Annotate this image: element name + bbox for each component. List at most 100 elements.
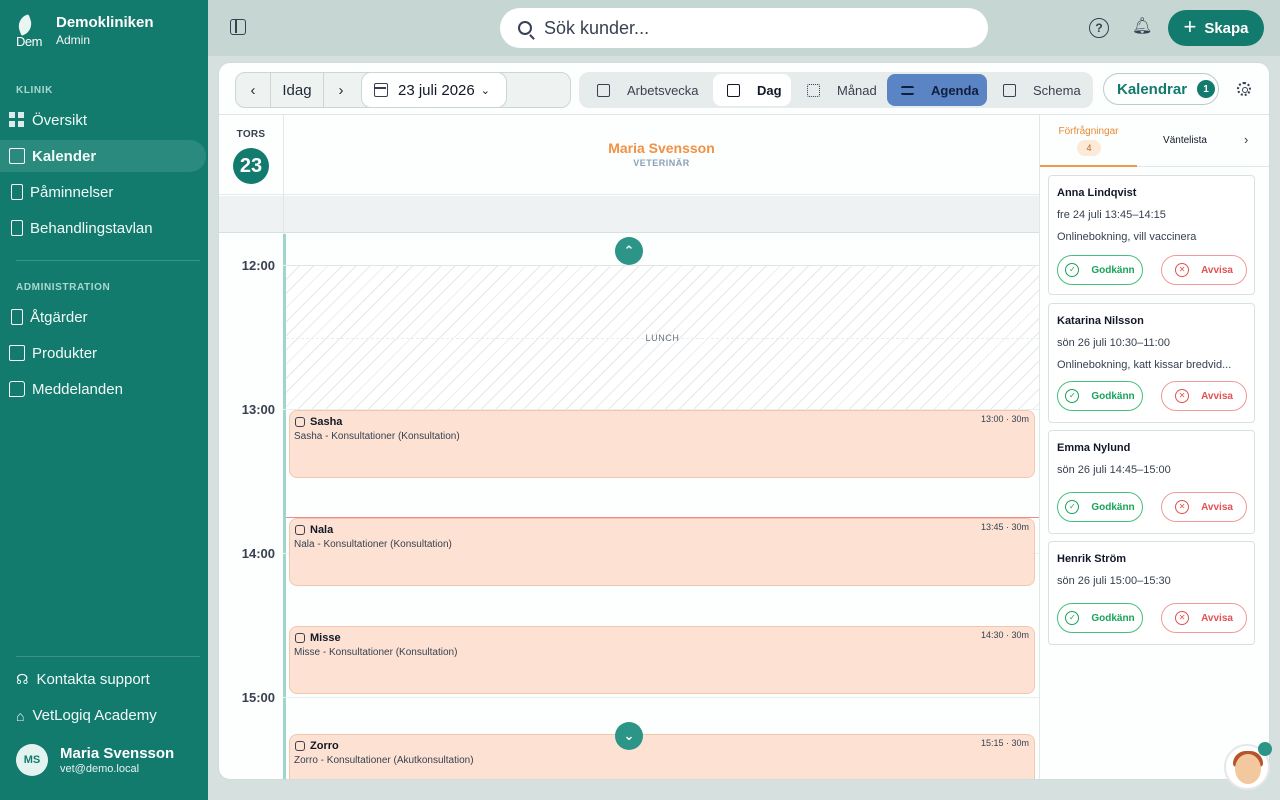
day-header: TORS 23 Maria Svensson VETERINÄR bbox=[219, 115, 1039, 195]
view-agenda[interactable]: Agenda bbox=[887, 74, 987, 106]
brand[interactable]: Dem Demokliniken Admin bbox=[15, 14, 154, 49]
sidebar-item-label: Åtgärder bbox=[30, 308, 88, 326]
tab-requests[interactable]: Förfrågningar 4 bbox=[1040, 115, 1137, 167]
appointment[interactable]: Zorro Zorro - Konsultationer (Akutkonsul… bbox=[289, 734, 1035, 779]
view-schedule[interactable]: Schema bbox=[989, 74, 1089, 106]
calendar-card: ‹ Idag › 23 juli 2026 ⌄ Arbetsvecka Dag bbox=[218, 62, 1270, 780]
calendar-icon bbox=[597, 83, 610, 97]
pet-icon bbox=[295, 525, 305, 535]
request-card: Emma Nylund sön 26 juli 14:45–15:00 ✓ God… bbox=[1048, 430, 1255, 534]
sidebar-toggle-icon[interactable] bbox=[230, 19, 246, 35]
appointment[interactable]: Misse Misse - Konsultationer (Konsultati… bbox=[289, 626, 1035, 694]
chevron-down-icon: ⌄ bbox=[480, 84, 490, 97]
all-day-row[interactable] bbox=[219, 196, 1039, 233]
assistant-avatar-button[interactable] bbox=[1224, 742, 1272, 790]
divider bbox=[16, 656, 200, 657]
sidebar-item-overview[interactable]: Översikt bbox=[0, 104, 206, 136]
check-circle-icon: ✓ bbox=[1065, 500, 1080, 514]
pet-icon bbox=[295, 633, 305, 643]
sidebar-item-products[interactable]: Produkter bbox=[0, 337, 206, 369]
sidebar-item-label: Kalender bbox=[32, 147, 97, 165]
document-icon bbox=[11, 309, 23, 325]
chevron-right-icon[interactable]: › bbox=[1244, 132, 1248, 147]
sidebar-item-messages[interactable]: Meddelanden bbox=[0, 373, 206, 405]
lunch-block: LUNCH bbox=[286, 265, 1039, 409]
sidebar-item-reminders[interactable]: Påminnelser bbox=[0, 176, 206, 208]
check-circle-icon: ✓ bbox=[1065, 263, 1080, 277]
calendar-icon bbox=[374, 83, 388, 97]
requests-count-badge: 4 bbox=[1077, 140, 1101, 156]
date-picker[interactable]: 23 juli 2026 ⌄ bbox=[361, 72, 507, 108]
tab-waitlist[interactable]: Väntelista bbox=[1140, 135, 1230, 146]
reject-button[interactable]: ✕ Avvisa bbox=[1161, 492, 1247, 522]
message-icon bbox=[9, 381, 25, 397]
view-month[interactable]: Månad bbox=[793, 74, 885, 106]
appointment[interactable]: Nala Nala - Konsultationer (Konsultation… bbox=[289, 518, 1035, 586]
chevron-right-icon: › bbox=[338, 81, 344, 99]
help-icon[interactable]: ? bbox=[1089, 18, 1109, 38]
sidebar-item-label: Behandlingstavlan bbox=[30, 219, 153, 237]
grid-icon bbox=[9, 112, 25, 128]
scroll-up-button[interactable]: ⌃ bbox=[615, 237, 643, 265]
check-circle-icon: ✓ bbox=[1065, 389, 1080, 403]
request-card: Henrik Ström sön 26 juli 15:00–15:30 ✓ Go… bbox=[1048, 541, 1255, 645]
list-icon bbox=[901, 85, 914, 95]
sidebar-item-actions[interactable]: Åtgärder bbox=[0, 301, 206, 333]
next-day-button[interactable]: › bbox=[324, 73, 358, 107]
reject-button[interactable]: ✕ Avvisa bbox=[1161, 381, 1247, 411]
contact-support-link[interactable]: ☊ Kontakta support bbox=[16, 671, 150, 688]
request-card: Anna Lindqvist fre 24 juli 13:45–14:15 O… bbox=[1048, 175, 1255, 295]
time-grid[interactable]: 12:00 13:00 14:00 15:00 LUNCH Sasha Sash… bbox=[219, 234, 1039, 779]
sidebar: Dem Demokliniken Admin KLINIK Översikt K… bbox=[0, 0, 208, 800]
plus-icon: + bbox=[1183, 14, 1197, 39]
user-profile[interactable]: MS Maria Svensson vet@demo.local bbox=[16, 744, 174, 776]
day-name: TORS bbox=[236, 129, 266, 140]
hour-label: 15:00 bbox=[241, 690, 275, 705]
sidebar-item-label: Meddelanden bbox=[32, 380, 123, 398]
document-icon bbox=[11, 184, 23, 200]
user-role: Admin bbox=[56, 33, 91, 47]
avatar: MS bbox=[16, 744, 48, 776]
topbar: ? 🔔︎ + Skapa bbox=[208, 0, 1280, 56]
view-workweek[interactable]: Arbetsvecka bbox=[583, 74, 711, 106]
view-day[interactable]: Dag bbox=[713, 74, 791, 106]
calendars-button[interactable]: Kalendrar 1 bbox=[1103, 73, 1219, 105]
reject-button[interactable]: ✕ Avvisa bbox=[1161, 603, 1247, 633]
scroll-down-button[interactable]: ⌄ bbox=[615, 722, 643, 750]
x-circle-icon: ✕ bbox=[1175, 389, 1190, 403]
resource-name: Maria Svensson bbox=[608, 140, 715, 156]
sidebar-item-label: Översikt bbox=[32, 111, 88, 129]
sidebar-item-calendar[interactable]: Kalender bbox=[0, 140, 206, 172]
search-bar[interactable] bbox=[500, 8, 988, 48]
appointment[interactable]: Sasha Sasha - Konsultationer (Konsultati… bbox=[289, 410, 1035, 478]
chevron-down-icon: ⌄ bbox=[623, 728, 635, 743]
date-navigation: ‹ Idag › 23 juli 2026 ⌄ bbox=[235, 72, 571, 108]
day-number[interactable]: 23 bbox=[233, 148, 269, 184]
sidebar-item-label: Produkter bbox=[32, 344, 98, 362]
prev-day-button[interactable]: ‹ bbox=[236, 73, 270, 107]
approve-button[interactable]: ✓ Godkänn bbox=[1057, 603, 1143, 633]
bell-icon[interactable]: 🔔︎ bbox=[1132, 18, 1152, 38]
gear-icon[interactable] bbox=[1237, 82, 1251, 96]
request-card: Katarina Nilsson sön 26 juli 10:30–11:00… bbox=[1048, 303, 1255, 423]
chevron-up-icon: ⌃ bbox=[623, 243, 635, 258]
graduation-cap-icon: ⌂ bbox=[16, 707, 25, 724]
reject-button[interactable]: ✕ Avvisa bbox=[1161, 255, 1247, 285]
divider bbox=[16, 260, 200, 261]
approve-button[interactable]: ✓ Godkänn bbox=[1057, 381, 1143, 411]
calendars-count-badge: 1 bbox=[1197, 80, 1216, 98]
hour-label: 13:00 bbox=[241, 402, 275, 417]
today-button[interactable]: Idag bbox=[271, 73, 323, 107]
create-button[interactable]: + Skapa bbox=[1168, 10, 1264, 46]
clinic-name: Demokliniken bbox=[56, 14, 154, 31]
sidebar-item-treatment-board[interactable]: Behandlingstavlan bbox=[0, 212, 206, 244]
search-icon bbox=[518, 21, 532, 35]
requests-panel: Förfrågningar 4 Väntelista › Anna Lindqv… bbox=[1039, 115, 1269, 779]
check-circle-icon: ✓ bbox=[1065, 611, 1080, 625]
search-input[interactable] bbox=[544, 17, 944, 39]
x-circle-icon: ✕ bbox=[1175, 500, 1190, 514]
approve-button[interactable]: ✓ Godkänn bbox=[1057, 492, 1143, 522]
academy-link[interactable]: ⌂ VetLogiq Academy bbox=[16, 707, 157, 724]
lunch-label: LUNCH bbox=[645, 333, 680, 343]
approve-button[interactable]: ✓ Godkänn bbox=[1057, 255, 1143, 285]
